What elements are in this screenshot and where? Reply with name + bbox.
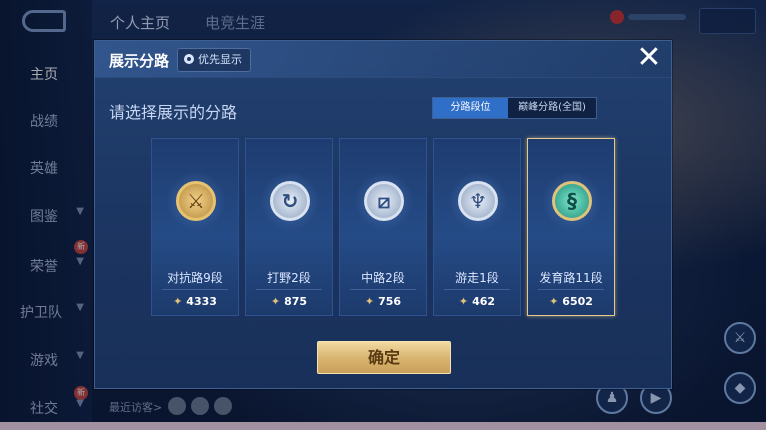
lane-card-roam[interactable]: ♆ 游走1段 ✦ 462 (433, 138, 521, 316)
lane-score-value: 462 (472, 295, 496, 308)
lane-score-value: 6502 (562, 295, 593, 308)
tab-peak-lane[interactable]: 巅峰分路(全国) (508, 98, 596, 118)
lane-score: ✦ 6502 (528, 295, 614, 308)
divider (256, 289, 322, 290)
sword-emblem-icon: ⚔ (176, 181, 216, 221)
lane-score-value: 4333 (186, 295, 217, 308)
gear-icon (184, 54, 194, 64)
lane-score-value: 756 (378, 295, 402, 308)
display-lane-dialog: 展示分路 优先显示 ✕ 请选择展示的分路 分路段位 巅峰分路(全国) ⚔ 对抗路… (94, 40, 672, 389)
lane-label: 发育路11段 (539, 271, 603, 285)
lane-label: 游走1段 (455, 271, 499, 285)
score-icon: ✦ (549, 295, 559, 308)
lane-card-jungle[interactable]: ↻ 打野2段 ✦ 875 (245, 138, 333, 316)
lane-score: ✦ 875 (246, 295, 332, 308)
roam-emblem-icon: ♆ (458, 181, 498, 221)
lane-card-mid[interactable]: ⧄ 中路2段 ✦ 756 (339, 138, 427, 316)
close-icon[interactable]: ✕ (635, 43, 663, 73)
score-icon: ✦ (173, 295, 183, 308)
lane-label: 打野2段 (267, 271, 311, 285)
dialog-title: 展示分路 (109, 52, 170, 70)
confirm-button[interactable]: 确定 (317, 341, 451, 374)
score-icon: ✦ (270, 295, 281, 308)
lane-label: 对抗路9段 (167, 271, 223, 285)
farm-emblem-icon: § (552, 181, 592, 221)
divider (350, 289, 416, 290)
lane-label: 中路2段 (361, 271, 405, 285)
divider (444, 289, 510, 290)
lane-score: ✦ 462 (434, 295, 520, 308)
mid-emblem-icon: ⧄ (364, 181, 404, 221)
lane-score: ✦ 756 (340, 295, 426, 308)
divider (538, 289, 604, 290)
priority-display-button[interactable]: 优先显示 (177, 48, 251, 72)
priority-display-label: 优先显示 (198, 53, 242, 66)
divider (162, 289, 228, 290)
lane-card-farm[interactable]: § 发育路11段 ✦ 6502 (527, 138, 615, 316)
jungle-emblem-icon: ↻ (270, 181, 310, 221)
score-icon: ✦ (458, 295, 469, 308)
score-icon: ✦ (364, 295, 375, 308)
rank-type-toggle: 分路段位 巅峰分路(全国) (432, 97, 597, 119)
lane-score: ✦ 4333 (152, 295, 238, 308)
lane-prompt: 请选择展示的分路 (109, 103, 238, 122)
lane-score-value: 875 (284, 295, 308, 308)
tab-lane-rank[interactable]: 分路段位 (433, 98, 508, 118)
dialog-header: 展示分路 优先显示 (95, 41, 671, 78)
lane-card-top[interactable]: ⚔ 对抗路9段 ✦ 4333 (151, 138, 239, 316)
